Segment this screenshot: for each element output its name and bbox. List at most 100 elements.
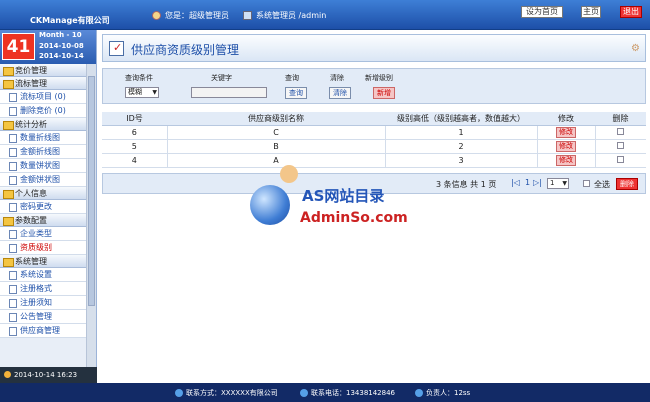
top-bar: CKManage有限公司 您是：超级管理员 系统管理员 /admin 设为首页 … (0, 0, 650, 30)
footer-contact-text: 联系方式：XXXXXX有限公司 (186, 389, 278, 397)
footer-phone-text: 联系电话：13438142846 (311, 389, 395, 397)
sidebar-item-company-type[interactable]: 企业类型 (0, 227, 86, 241)
add-button[interactable]: 新增 (373, 87, 395, 99)
sidebar-scrollbar-thumb[interactable] (88, 76, 95, 306)
phone-icon (300, 389, 308, 397)
sidebar-group-bidding[interactable]: 竞价管理 (0, 64, 86, 77)
clock: 2014-10-14 16:23 (0, 367, 97, 383)
clear-button[interactable]: 清除 (329, 87, 351, 99)
levels-table: ID号 供应商级别名称 级别高低（级别越高者，数值越大） 修改 删除 6 C 1… (102, 112, 646, 168)
sidebar-group-statistics[interactable]: 统计分析 (0, 118, 86, 131)
cell-level: 3 (385, 153, 538, 168)
select-all-label: 全选 (594, 180, 610, 189)
clear-label: 清除 (330, 74, 344, 82)
cell-level: 1 (385, 125, 538, 140)
table-header-row: ID号 供应商级别名称 级别高低（级别越高者，数值越大） 修改 删除 (102, 112, 646, 126)
globe-icon (250, 185, 290, 225)
sidebar-item-amount-line[interactable]: 金额折线图 (0, 145, 86, 159)
sidebar-item-register-notice[interactable]: 注册须知 (0, 296, 86, 310)
sidebar-item-register-format[interactable]: 注册格式 (0, 282, 86, 296)
col-level: 级别高低（级别越高者，数值越大） (385, 112, 537, 126)
add-level-label: 新增级别 (365, 74, 393, 82)
sidebar-item-quantity-line[interactable]: 数量折线图 (0, 131, 86, 145)
cell-id: 4 (102, 153, 168, 168)
keyword-input[interactable] (191, 87, 267, 98)
contact-icon (175, 389, 183, 397)
edit-button[interactable]: 修改 (556, 140, 576, 152)
settings-icon[interactable]: ⚙ (631, 43, 641, 54)
main-page-button[interactable]: 主页 (581, 6, 601, 18)
cell-edit: 修改 (537, 139, 596, 154)
sidebar-item-failed-projects[interactable]: 流标项目 (0) (0, 90, 86, 104)
cell-id: 5 (102, 139, 168, 154)
footer-person-text: 负责人：12ss (426, 389, 471, 397)
cell-name: C (167, 125, 386, 140)
edit-button[interactable]: 修改 (556, 154, 576, 166)
first-page-icon[interactable]: |◁ (511, 178, 520, 187)
pager-summary: 3 条信息 共 1 页 (436, 180, 497, 189)
page-title: 供应商资质级别管理 (131, 43, 240, 57)
month-label: Month - 10 (39, 31, 82, 39)
sidebar-scrollbar[interactable] (86, 64, 96, 374)
cell-level: 2 (385, 139, 538, 154)
user-icon (152, 11, 161, 20)
footer-contact: 联系方式：XXXXXX有限公司 (175, 388, 278, 398)
logout-button[interactable]: 退出 (620, 6, 642, 18)
row-checkbox[interactable] (617, 141, 625, 149)
condition-label: 查询条件 (125, 74, 153, 82)
sidebar-group-personal[interactable]: 个人信息 (0, 187, 86, 200)
checklist-icon (109, 41, 124, 56)
col-id: ID号 (102, 112, 167, 126)
cell-edit: 修改 (537, 125, 596, 140)
sidebar-item-deleted-bids[interactable]: 删除竞价 (0) (0, 104, 86, 118)
brand-name: CKManage有限公司 (30, 16, 110, 25)
last-page-icon[interactable]: ▷| (533, 178, 542, 187)
sidebar-item-password[interactable]: 密码更改 (0, 200, 86, 214)
set-home-button[interactable]: 设为首页 (521, 6, 563, 18)
sidebar-item-qualification-level[interactable]: 资质级别 (0, 241, 86, 255)
sidebar-item-suppliers[interactable]: 供应商管理 (0, 324, 86, 338)
keyword-label: 关键字 (211, 74, 232, 82)
watermark-line1: AS网站目录 (302, 187, 385, 205)
sidebar-menu: 竞价管理 流标管理 流标项目 (0) 删除竞价 (0) 统计分析 数量折线图 金… (0, 64, 86, 374)
query-label: 查询 (285, 74, 299, 82)
cell-delete (595, 125, 646, 140)
cell-id: 6 (102, 125, 168, 140)
sidebar-item-announcements[interactable]: 公告管理 (0, 310, 86, 324)
date-start: 2014-10-08 (39, 42, 84, 50)
sidebar-group-params[interactable]: 参数配置 (0, 214, 86, 227)
condition-select[interactable]: 模糊 (125, 87, 159, 98)
watermark-line2: AdminSo.com (300, 210, 408, 226)
cell-edit: 修改 (537, 153, 596, 168)
footer: 联系方式：XXXXXX有限公司 联系电话：13438142846 负责人：12s… (0, 383, 650, 402)
row-checkbox[interactable] (617, 127, 625, 135)
table-row: 6 C 1 修改 (102, 125, 646, 140)
footer-person: 负责人：12ss (415, 388, 470, 398)
query-button[interactable]: 查询 (285, 87, 307, 99)
sidebar-group-system[interactable]: 系统管理 (0, 255, 86, 268)
date-end: 2014-10-14 (39, 52, 84, 60)
user-role: 您是：超级管理员 (165, 11, 229, 20)
col-name: 供应商级别名称 (167, 112, 385, 126)
col-delete: 删除 (595, 112, 646, 126)
col-edit: 修改 (537, 112, 595, 126)
cell-delete (595, 139, 646, 154)
sidebar-item-quantity-pie[interactable]: 数量饼状图 (0, 159, 86, 173)
person-icon (415, 389, 423, 397)
mascot-icon (280, 165, 298, 183)
page-select[interactable]: 1 (547, 178, 569, 189)
sidebar: 41 Month - 10 2014-10-08 2014-10-14 竞价管理… (0, 30, 97, 383)
watermark: AS网站目录 AdminSo.com (250, 165, 408, 235)
edit-button[interactable]: 修改 (556, 126, 576, 138)
sidebar-item-system-settings[interactable]: 系统设置 (0, 268, 86, 282)
sidebar-item-amount-pie[interactable]: 金额饼状图 (0, 173, 86, 187)
sidebar-group-failed-bids[interactable]: 流标管理 (0, 77, 86, 90)
row-checkbox[interactable] (617, 155, 625, 163)
user-name: 系统管理员 /admin (256, 11, 327, 20)
date-widget: 41 Month - 10 2014-10-08 2014-10-14 (0, 30, 96, 64)
admin-icon (243, 11, 252, 20)
select-all-checkbox[interactable] (583, 180, 590, 187)
delete-button[interactable]: 删除 (616, 178, 638, 190)
table-row: 5 B 2 修改 (102, 139, 646, 154)
current-page[interactable]: 1 (525, 178, 530, 187)
